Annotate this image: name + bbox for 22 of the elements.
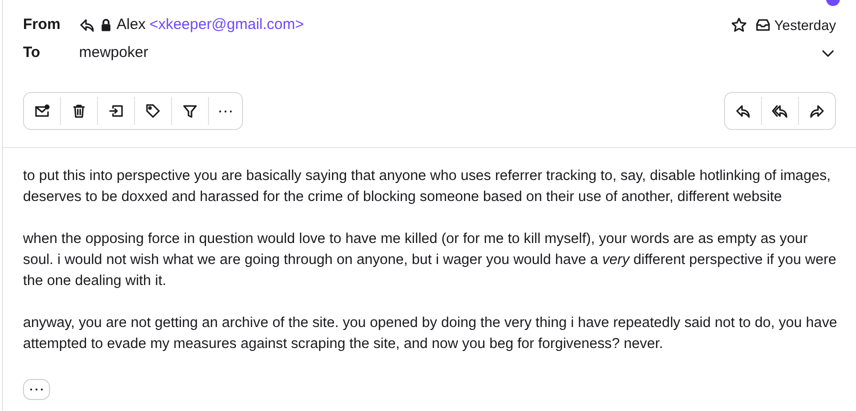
body-paragraph: when the opposing force in question would love to have me killed (or for me to kill myself), your words are as empty as your soul. i would not wish what we are going through on anyone, but i wager you would have a very different perspective if you were the one dealing with it. xyxy=(23,230,838,291)
mark-unread-icon xyxy=(34,103,50,119)
more-icon xyxy=(219,110,232,112)
recipient: mewpoker xyxy=(79,42,148,63)
tag-icon xyxy=(145,103,161,119)
move-icon xyxy=(108,103,124,119)
reply-icon xyxy=(735,103,751,119)
star-icon xyxy=(731,17,747,33)
trash-icon xyxy=(71,103,87,119)
reply-all-icon xyxy=(772,103,788,119)
forward-icon xyxy=(809,103,825,119)
inbox-icon xyxy=(754,17,770,33)
to-label: To xyxy=(23,42,42,63)
date-text: Yesterday xyxy=(774,16,836,35)
filter-icon xyxy=(182,103,198,119)
more-icon xyxy=(30,388,43,391)
body-paragraph: to put this into perspective you are basically saying that anyone who uses referrer tracking to, say, disable hotlinking of images, deserves to be doxxed and harassed for the crime of blocking someone based on their use of another, different website xyxy=(23,167,832,207)
star-button[interactable] xyxy=(731,17,747,33)
sender-email[interactable]: <xkeeper@gmail.com> xyxy=(149,14,304,36)
from-label: From xyxy=(23,14,62,35)
sender-name: Alex xyxy=(116,14,146,35)
body-paragraph: anyway, you are not getting an archive of the site. you opened by doing the very thing i have repeatedly said not to do, you have attempted to evade my measures against scraping the site, and now you beg for forgiveness? never. xyxy=(23,314,838,354)
